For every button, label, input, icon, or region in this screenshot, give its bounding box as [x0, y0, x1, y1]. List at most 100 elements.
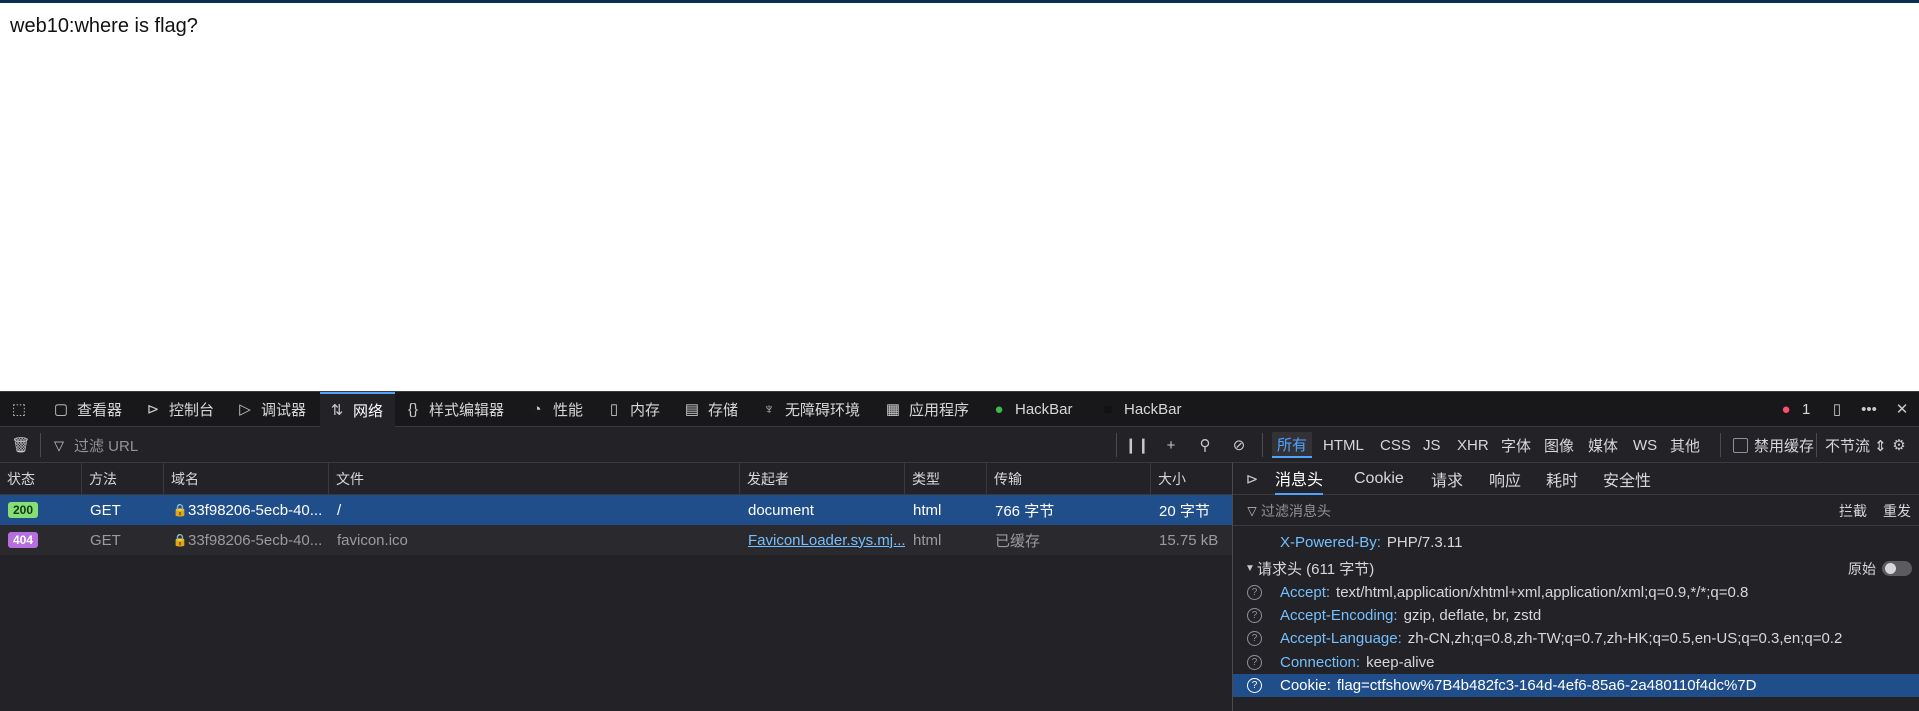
tab-request[interactable]: 请求 — [1431, 463, 1463, 495]
help-icon[interactable]: ? — [1247, 585, 1262, 600]
disable-cache-label: 禁用缓存 — [1754, 437, 1815, 455]
filter-icon: ▽ — [1247, 503, 1257, 518]
headers-filter-input[interactable]: ▽ 过滤消息头 — [1243, 499, 1743, 522]
type-filter-fonts[interactable]: 字体 — [1496, 432, 1536, 458]
header-value: flag=ctfshow%7B4b482fc3-164d-4ef6-85a6-2… — [1336, 677, 1757, 694]
toggle-sidebar-button[interactable]: ⊳ — [1243, 463, 1261, 495]
tab-hackbar-1-label: HackBar — [1015, 401, 1073, 418]
toolbar-separator — [1720, 433, 1721, 457]
raw-label: 原始 — [1848, 560, 1876, 577]
tab-performance[interactable]: ◔ 性能 — [528, 392, 583, 427]
error-count-badge[interactable]: ● 1 — [1777, 392, 1810, 427]
tab-style-editor[interactable]: {} 样式编辑器 — [404, 392, 504, 427]
type-filter-other[interactable]: 其他 — [1665, 432, 1705, 458]
tab-accessibility-label: 无障碍环境 — [785, 402, 861, 419]
file-cell: favicon.ico — [337, 531, 408, 549]
tab-application[interactable]: ▦ 应用程序 — [884, 392, 969, 427]
column-size[interactable]: 大小 — [1151, 463, 1232, 495]
add-button[interactable]: + — [1160, 427, 1182, 463]
response-header-row: X-Powered-By: PHP/7.3.11 — [1233, 531, 1919, 554]
close-devtools-button[interactable]: ✕ — [1893, 392, 1911, 427]
tab-headers[interactable]: 消息头 — [1275, 463, 1324, 495]
header-name: Accept: — [1280, 584, 1331, 601]
type-filter-all[interactable]: 所有 — [1272, 432, 1313, 458]
responsive-design-icon: ▯ — [1832, 401, 1842, 418]
tab-hackbar-2[interactable]: ■ HackBar — [1099, 392, 1182, 427]
lock-icon: 🔒 — [172, 533, 188, 547]
size-cell: 15.75 kB — [1159, 531, 1219, 549]
pick-element-button[interactable]: ⬚ — [10, 392, 40, 427]
clear-requests-button[interactable]: 🗑 — [10, 427, 32, 463]
resend-button[interactable]: 重发 — [1883, 499, 1919, 522]
type-filter-media[interactable]: 媒体 — [1583, 432, 1623, 458]
tab-inspector[interactable]: ▢ 查看器 — [52, 392, 122, 427]
request-headers-section[interactable]: ▼ 请求头 (611 字节) — [1233, 557, 1919, 580]
request-row[interactable]: 200 GET 🔒 33f98206-5ecb-40... / document … — [0, 495, 1232, 525]
column-initiator[interactable]: 发起者 — [740, 463, 905, 495]
column-status[interactable]: 状态 — [0, 463, 82, 495]
initiator-cell[interactable]: FaviconLoader.sys.mj... — [740, 525, 905, 555]
column-transfer[interactable]: 传输 — [987, 463, 1151, 495]
header-value: zh-CN,zh;q=0.8,zh-TW;q=0.7,zh-HK;q=0.5,e… — [1407, 630, 1843, 647]
column-file[interactable]: 文件 — [329, 463, 740, 495]
type-filter-css[interactable]: CSS — [1375, 432, 1416, 458]
url-filter-input[interactable]: ▽ 过滤 URL — [50, 427, 138, 463]
tab-inspector-label: 查看器 — [77, 402, 123, 419]
chevron-down-icon: ▼ — [1245, 562, 1255, 574]
type-filter-html[interactable]: HTML — [1318, 432, 1369, 458]
type-filter-js[interactable]: JS — [1418, 432, 1446, 458]
pause-icon: ❙❙ — [1124, 436, 1150, 454]
type-cell: html — [913, 501, 942, 519]
tab-network[interactable]: ⇅ 网络 — [320, 392, 395, 427]
help-icon[interactable]: ? — [1247, 655, 1262, 670]
details-tabbar: ⊳ 消息头 Cookie 请求 响应 耗时 安全性 — [1233, 463, 1919, 495]
block-button[interactable]: ⊘ — [1228, 427, 1250, 463]
status-cell: 200 — [0, 495, 82, 525]
throttle-select[interactable]: 不节流 ⇕ — [1820, 432, 1892, 458]
network-settings-button[interactable]: ⚙ — [1888, 427, 1910, 463]
type-filter-images[interactable]: 图像 — [1539, 432, 1579, 458]
tab-accessibility[interactable]: ♆ 无障碍环境 — [760, 392, 860, 427]
tab-timings[interactable]: 耗时 — [1546, 463, 1578, 495]
help-icon[interactable]: ? — [1247, 608, 1262, 623]
raw-toggle[interactable]: 原始 — [1848, 557, 1918, 580]
tab-cookie[interactable]: Cookie — [1354, 463, 1404, 495]
initiator-link[interactable]: FaviconLoader.sys.mj... — [748, 532, 905, 549]
performance-icon: ◔ — [532, 401, 542, 418]
help-icon[interactable]: ? — [1247, 631, 1262, 646]
block-request-button[interactable]: 拦截 — [1839, 499, 1879, 522]
network-icon: ⇅ — [330, 402, 344, 419]
column-method[interactable]: 方法 — [82, 463, 164, 495]
tab-performance-label: 性能 — [553, 402, 584, 419]
disable-cache-checkbox[interactable]: 禁用缓存 — [1728, 432, 1819, 458]
header-name: X-Powered-By: — [1280, 534, 1381, 551]
help-icon[interactable]: ? — [1247, 678, 1262, 693]
tab-hackbar-1[interactable]: ● HackBar — [990, 392, 1073, 427]
tab-storage[interactable]: ▤ 存储 — [683, 392, 738, 427]
tab-debugger[interactable]: ▷ 调试器 — [236, 392, 306, 427]
tab-console[interactable]: ⊳ 控制台 — [144, 392, 214, 427]
request-row[interactable]: 404 GET 🔒 33f98206-5ecb-40... favicon.ico… — [0, 525, 1232, 555]
column-type[interactable]: 类型 — [905, 463, 987, 495]
toolbar-separator — [1262, 433, 1263, 457]
pause-button[interactable]: ❙❙ — [1124, 427, 1150, 463]
url-filter-placeholder: 过滤 URL — [74, 437, 139, 455]
close-icon: ✕ — [1895, 401, 1909, 418]
column-domain[interactable]: 域名 — [164, 463, 329, 495]
type-filter-xhr[interactable]: XHR — [1452, 432, 1494, 458]
request-header-row: ? Accept: text/html,application/xhtml+xml,… — [1233, 581, 1919, 604]
tab-security[interactable]: 安全性 — [1603, 463, 1651, 495]
tab-hackbar-2-label: HackBar — [1124, 401, 1182, 418]
tab-response[interactable]: 响应 — [1489, 463, 1521, 495]
more-options-button[interactable]: ••• — [1860, 392, 1878, 427]
search-icon: ⚲ — [1199, 436, 1211, 454]
domain-text: 33f98206-5ecb-40... — [188, 531, 323, 549]
toolbar-separator — [1116, 433, 1117, 457]
header-name: Cookie: — [1280, 677, 1331, 694]
type-filter-ws[interactable]: WS — [1628, 432, 1662, 458]
tab-memory[interactable]: ▯ 内存 — [605, 392, 660, 427]
responsive-design-button[interactable]: ▯ — [1828, 392, 1846, 427]
request-header-row-selected[interactable]: ? Cookie: flag=ctfshow%7B4b482fc3-164d-4ef… — [1233, 674, 1919, 697]
search-button[interactable]: ⚲ — [1194, 427, 1216, 463]
plus-icon: + — [1166, 436, 1176, 454]
